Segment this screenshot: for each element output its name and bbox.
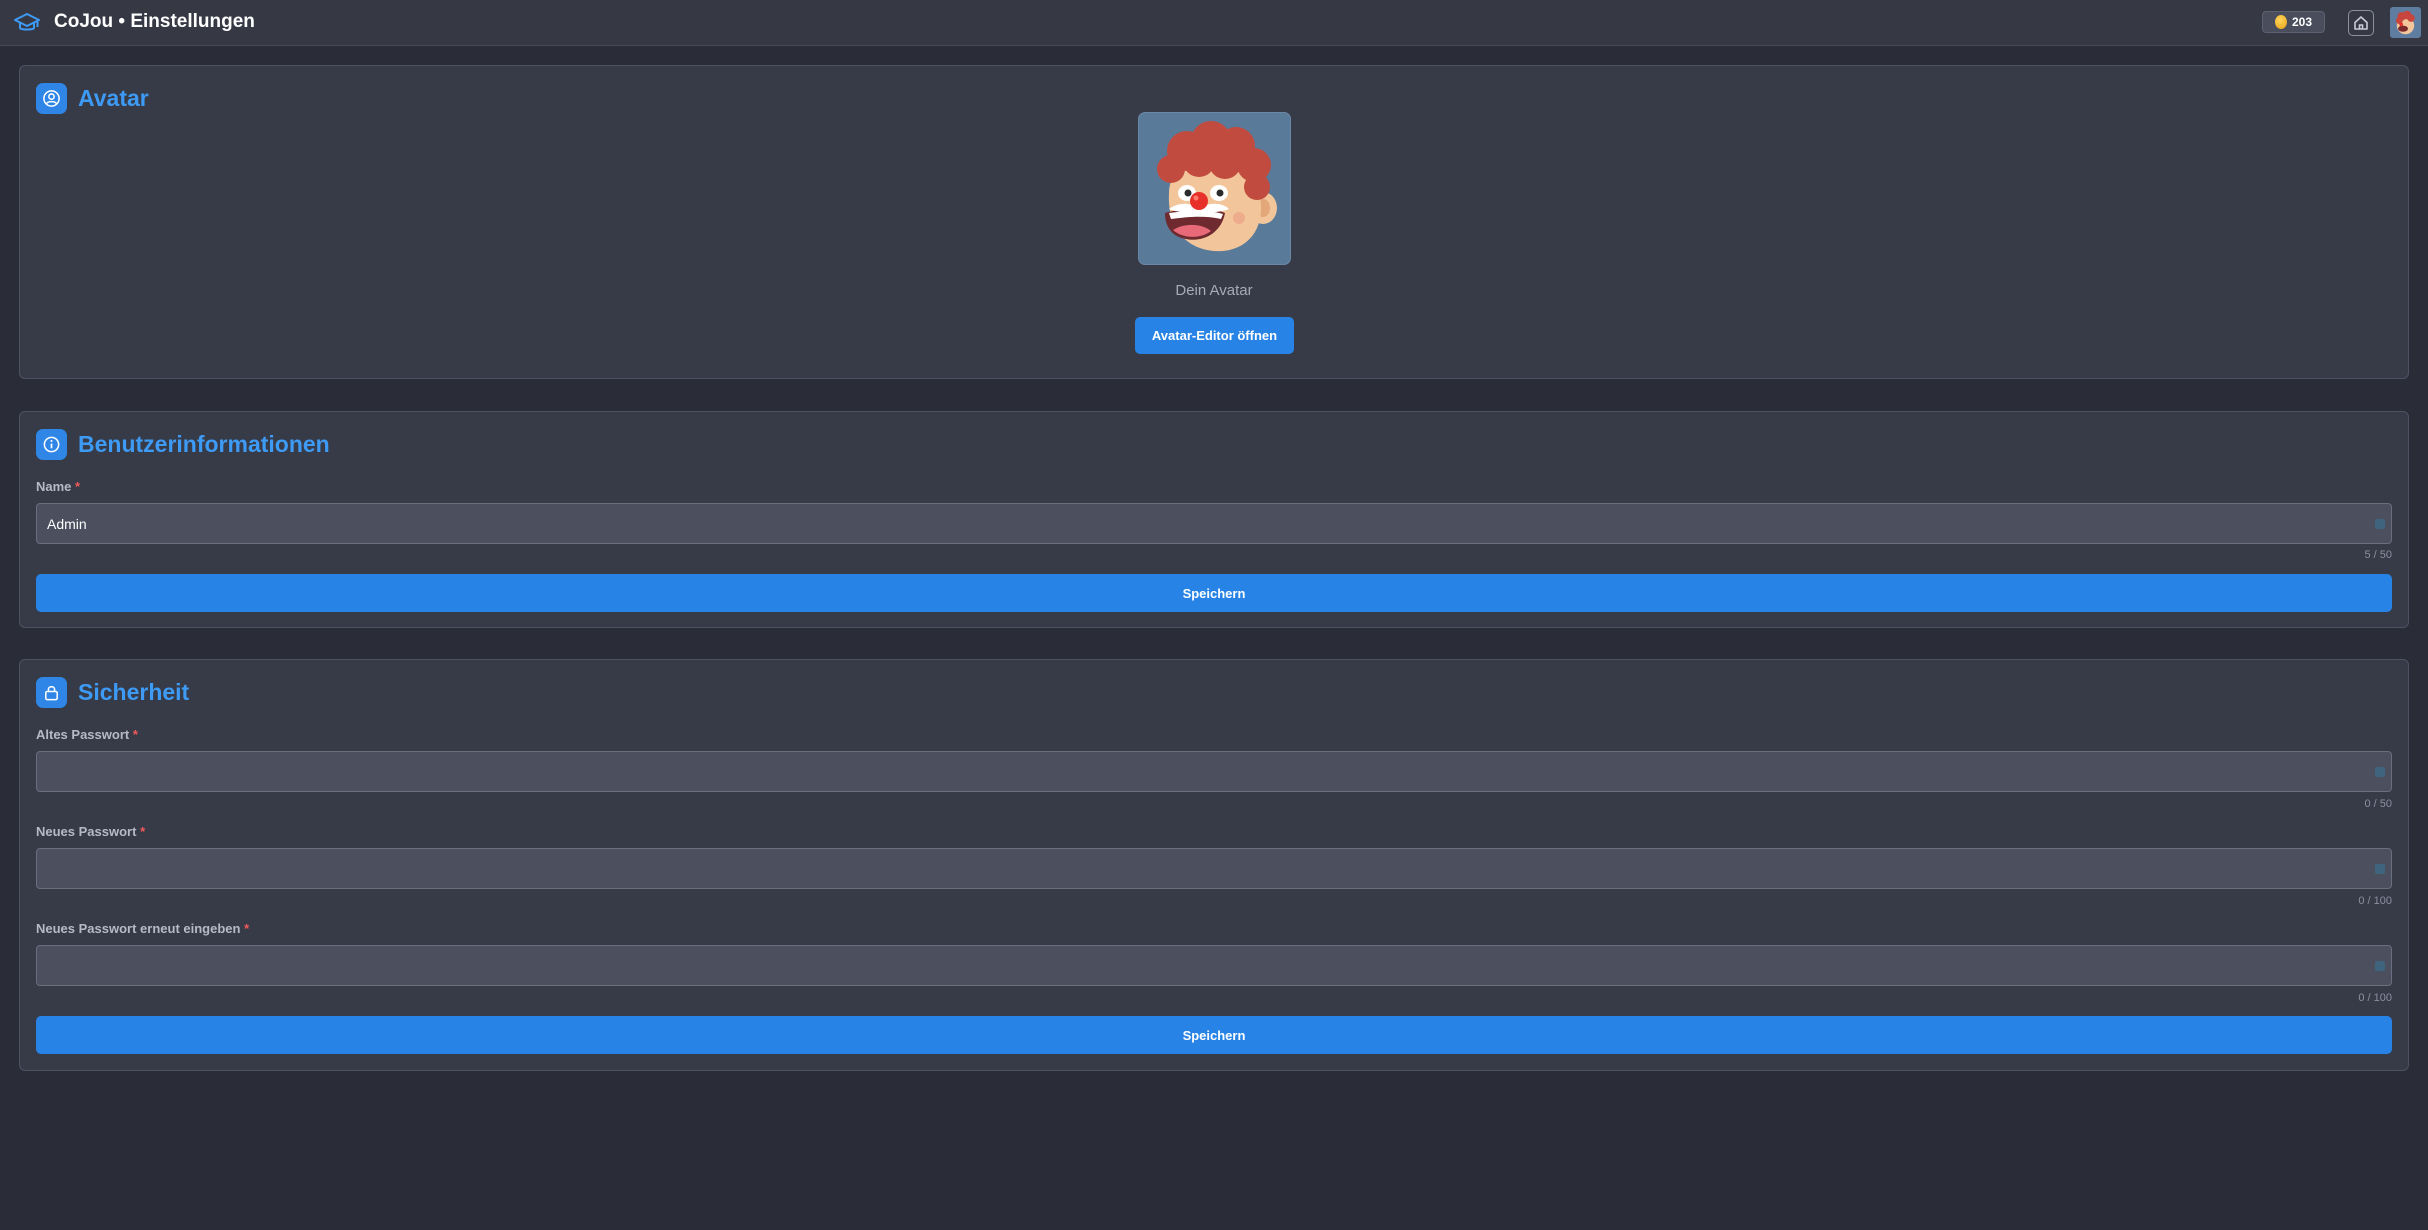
security-card-header: Sicherheit — [36, 676, 189, 708]
password-manager-icon — [2375, 767, 2385, 777]
top-bar: CoJou • Einstellungen 203 — [0, 0, 2428, 46]
repeat-password-char-counter: 0 / 100 — [2358, 992, 2392, 1004]
repeat-password-input[interactable] — [36, 945, 2392, 986]
security-card: Sicherheit Altes Passwort * 0 / 50 Neues… — [19, 659, 2409, 1071]
user-avatar-button[interactable] — [2390, 7, 2421, 38]
required-marker: * — [132, 727, 138, 742]
lock-icon — [36, 676, 67, 708]
new-password-input[interactable] — [36, 848, 2392, 889]
avatar-card-header: Avatar — [36, 82, 149, 114]
user-info-card-header: Benutzerinformationen — [36, 428, 330, 460]
user-info-card: Benutzerinformationen Name * 5 / 50 Spei… — [19, 411, 2409, 628]
user-circle-icon — [36, 82, 67, 114]
home-icon — [2354, 16, 2368, 30]
info-icon — [36, 428, 67, 460]
new-password-label: Neues Passwort * — [36, 824, 146, 839]
old-password-label: Altes Passwort * — [36, 727, 138, 742]
old-password-input[interactable] — [36, 751, 2392, 792]
coin-balance-badge[interactable]: 203 — [2262, 11, 2325, 33]
repeat-password-label: Neues Passwort erneut eingeben * — [36, 921, 250, 936]
name-label: Name * — [36, 479, 81, 494]
coin-count: 203 — [2291, 15, 2313, 29]
new-password-char-counter: 0 / 100 — [2358, 895, 2392, 907]
password-manager-icon — [2375, 864, 2385, 874]
security-section-title: Sicherheit — [78, 678, 190, 705]
avatar-section-title: Avatar — [78, 84, 149, 111]
user-info-section-title: Benutzerinformationen — [78, 430, 330, 457]
avatar-caption: Dein Avatar — [1175, 282, 1253, 299]
avatar — [2395, 10, 2415, 35]
name-input[interactable] — [36, 503, 2392, 544]
password-manager-icon — [2375, 961, 2385, 971]
required-marker: * — [244, 921, 250, 936]
open-avatar-editor-button[interactable]: Avatar-Editor öffnen — [1135, 317, 1294, 354]
save-user-info-button[interactable]: Speichern — [36, 574, 2392, 612]
coin-icon — [2274, 15, 2287, 29]
save-password-button[interactable]: Speichern — [36, 1016, 2392, 1054]
home-button[interactable] — [2348, 10, 2374, 36]
old-password-char-counter: 0 / 50 — [2364, 798, 2392, 810]
clown-avatar-illustration — [1157, 121, 1277, 252]
required-marker: * — [75, 479, 81, 494]
page-title: CoJou • Einstellungen — [54, 11, 255, 32]
avatar-image — [1138, 112, 1291, 265]
graduation-cap-icon — [14, 13, 40, 31]
password-manager-icon — [2375, 519, 2385, 529]
avatar-card: Avatar Dein Avatar Avatar-Editor öffnen — [19, 65, 2409, 379]
required-marker: * — [140, 824, 146, 839]
name-char-counter: 5 / 50 — [2364, 549, 2392, 561]
